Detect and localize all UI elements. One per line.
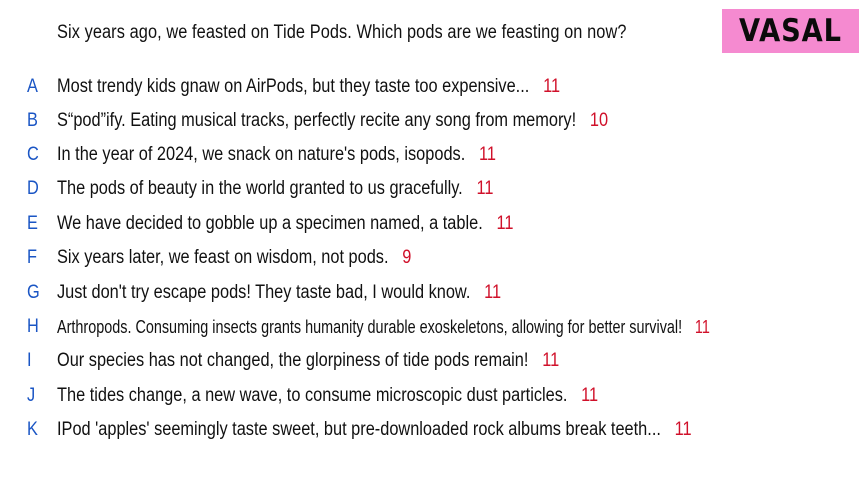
- vote-count: 9: [402, 247, 412, 268]
- vote-count: 11: [543, 76, 561, 97]
- answer-text: Just don't try escape pods! They taste b…: [57, 282, 471, 303]
- answer-text: In the year of 2024, we snack on nature'…: [57, 144, 466, 165]
- answer-letter: A: [27, 76, 38, 97]
- answer-letter: E: [27, 213, 38, 234]
- vote-count: 11: [496, 213, 514, 234]
- vote-count: 11: [542, 350, 560, 371]
- answer-text: The tides change, a new wave, to consume…: [57, 385, 568, 406]
- answer-text: Our species has not changed, the glorpin…: [57, 350, 529, 371]
- answer-text: The pods of beauty in the world granted …: [57, 178, 463, 199]
- answer-letter: H: [27, 316, 39, 337]
- answer-letter: D: [27, 178, 39, 199]
- vote-count: 11: [674, 419, 692, 440]
- answer-text: IPod 'apples' seemingly taste sweet, but…: [57, 419, 661, 440]
- vote-count: 11: [484, 282, 502, 303]
- answer-letter: I: [27, 350, 32, 371]
- answer-text: Most trendy kids gnaw on AirPods, but th…: [57, 76, 530, 97]
- prompt-text: Six years ago, we feasted on Tide Pods. …: [57, 22, 627, 43]
- vote-count: 10: [589, 110, 609, 131]
- answer-letter: G: [27, 282, 40, 303]
- answer-line: Six years later, we feast on wisdom, not…: [57, 247, 411, 269]
- answer-line: We have decided to gobble up a specimen …: [57, 213, 513, 235]
- vote-count: 11: [476, 178, 494, 199]
- vote-count: 11: [479, 144, 496, 165]
- answer-line: S“pod”ify. Eating musical tracks, perfec…: [57, 110, 608, 132]
- player-name-badge: VASAL: [722, 9, 859, 53]
- answer-line: The pods of beauty in the world granted …: [57, 178, 493, 200]
- answer-letter: K: [27, 419, 38, 440]
- answer-line: The tides change, a new wave, to consume…: [57, 385, 598, 407]
- answer-line: Arthropods. Consuming insects grants hum…: [57, 317, 710, 338]
- answer-letter: B: [27, 110, 38, 131]
- vote-count: 11: [581, 385, 599, 406]
- answer-text: Six years later, we feast on wisdom, not…: [57, 247, 389, 268]
- answer-line: IPod 'apples' seemingly taste sweet, but…: [57, 419, 692, 441]
- answer-line: Just don't try escape pods! They taste b…: [57, 282, 501, 304]
- answer-text: We have decided to gobble up a specimen …: [57, 213, 483, 234]
- answer-line: In the year of 2024, we snack on nature'…: [57, 144, 496, 166]
- answer-letter: C: [27, 144, 39, 165]
- answer-line: Most trendy kids gnaw on AirPods, but th…: [57, 76, 560, 98]
- answer-text: Arthropods. Consuming insects grants hum…: [57, 316, 683, 337]
- player-name: VASAL: [739, 13, 842, 49]
- answer-line: Our species has not changed, the glorpin…: [57, 350, 559, 372]
- answer-letter: J: [27, 385, 36, 406]
- answer-letter: F: [27, 247, 37, 268]
- vote-count: 11: [694, 316, 710, 337]
- answer-text: S“pod”ify. Eating musical tracks, perfec…: [57, 110, 577, 131]
